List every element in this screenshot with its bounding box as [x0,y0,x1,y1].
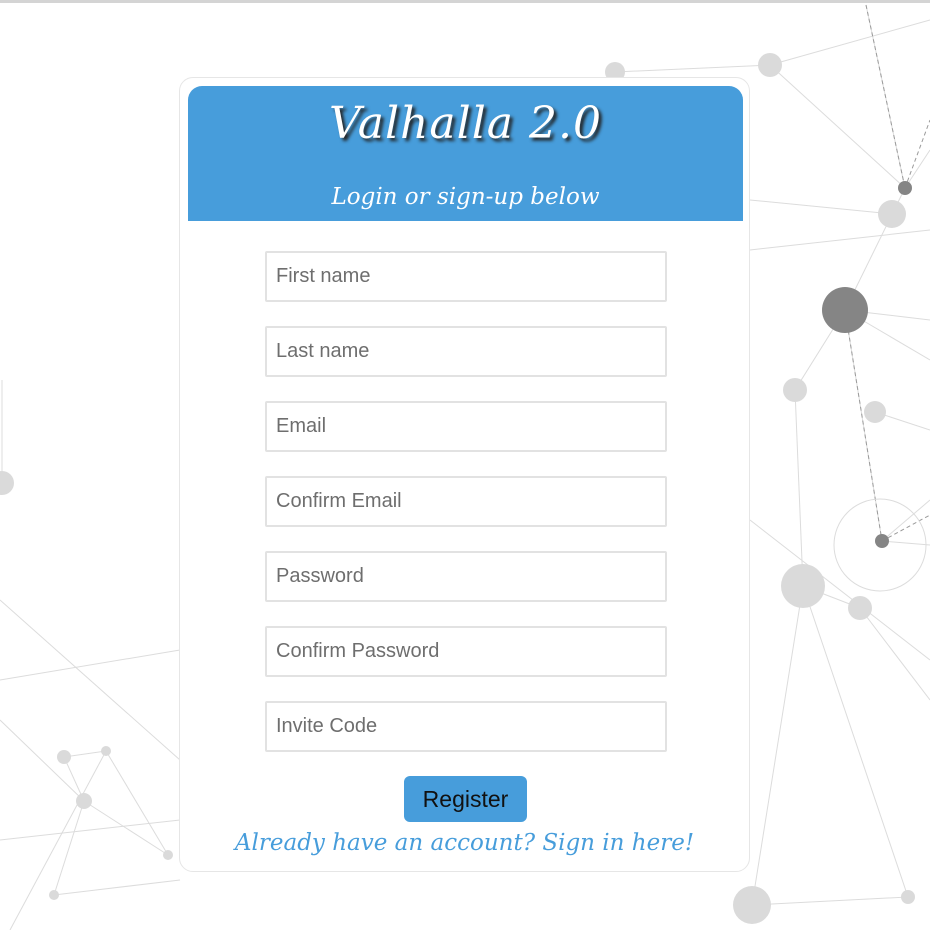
confirm-email-input[interactable] [265,476,667,527]
password-input[interactable] [265,551,667,602]
email-input[interactable] [265,401,667,452]
first-name-input[interactable] [265,251,667,302]
register-button[interactable]: Register [404,776,527,822]
card-header: Valhalla 2.0 Login or sign-up below [188,86,743,221]
register-card: Valhalla 2.0 Login or sign-up below Regi… [179,77,750,872]
last-name-input[interactable] [265,326,667,377]
invite-code-input[interactable] [265,701,667,752]
confirm-password-input[interactable] [265,626,667,677]
app-title: Valhalla 2.0 [329,98,602,149]
app-subtitle: Login or sign-up below [331,184,600,210]
sign-in-link[interactable]: Already have an account? Sign in here! [180,830,749,856]
